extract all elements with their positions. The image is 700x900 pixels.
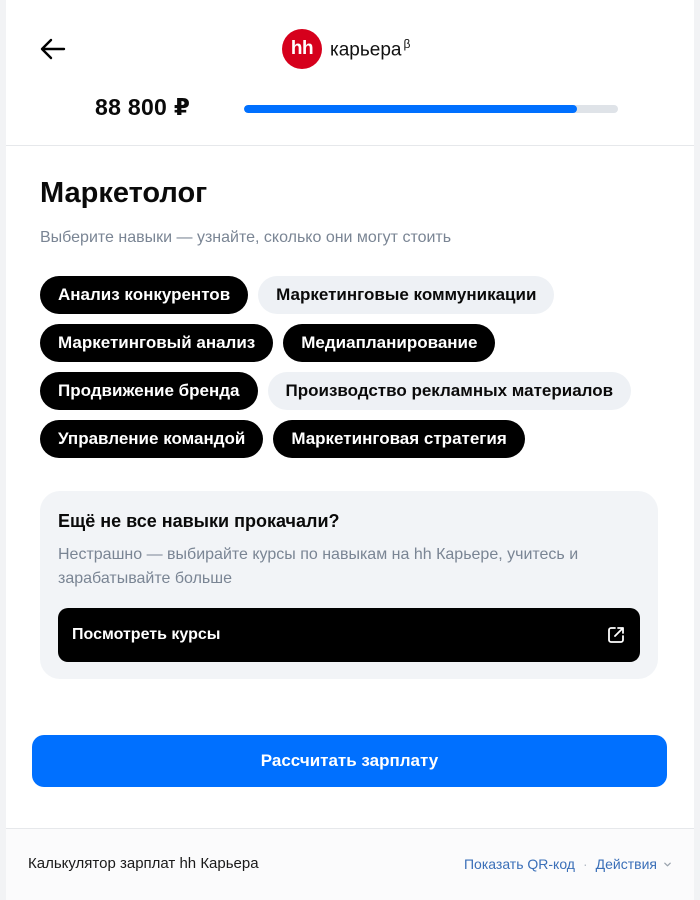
skills-list: Анализ конкурентов Маркетинговые коммуник… xyxy=(40,276,670,458)
page-subtitle: Выберите навыки — узнайте, сколько они м… xyxy=(40,229,452,246)
view-courses-label: Посмотреть курсы xyxy=(72,626,221,643)
calculate-salary-button[interactable]: Рассчитать зарплату xyxy=(32,735,667,787)
promo-title: Ещё не все навыки прокачали? xyxy=(58,511,340,531)
skill-chip[interactable]: Маркетинговая стратегия xyxy=(273,420,525,458)
skill-chip[interactable]: Производство рекламных материалов xyxy=(267,372,632,410)
page-title: Маркетолог xyxy=(40,177,208,209)
footer-links: Показать QR-код · Действия xyxy=(464,856,672,872)
salary-progress xyxy=(244,105,618,113)
footer-separator: · xyxy=(582,856,588,872)
courses-promo: Ещё не все навыки прокачали? Нестрашно —… xyxy=(40,491,658,679)
chevron-down-icon xyxy=(664,862,671,866)
skill-chip[interactable]: Управление командой xyxy=(40,420,264,458)
skill-chip[interactable]: Маркетинговые коммуникации xyxy=(258,276,555,314)
logo: hh карьера β xyxy=(282,29,410,69)
back-button[interactable] xyxy=(38,34,68,64)
skill-chip[interactable]: Анализ конкурентов xyxy=(40,276,249,314)
show-qr-link[interactable]: Показать QR-код xyxy=(464,856,575,872)
logo-name: карьера xyxy=(330,39,402,61)
logo-beta: β xyxy=(403,36,411,51)
header: hh карьера β 88 800 ₽ xyxy=(6,0,694,146)
promo-text: Нестрашно — выбирайте курсы по навыкам н… xyxy=(58,546,579,587)
external-link-icon xyxy=(608,627,624,643)
app-card: hh карьера β 88 800 ₽ Маркетолог Выберите… xyxy=(6,0,694,900)
salary-value: 88 800 ₽ xyxy=(95,94,191,120)
salary-progress-fill xyxy=(244,105,577,113)
hh-logo-icon: hh xyxy=(282,29,322,69)
arrow-left-icon xyxy=(40,38,66,60)
actions-link[interactable]: Действия xyxy=(596,856,657,872)
footer: Калькулятор зарплат hh Карьера Показать … xyxy=(6,828,694,900)
logo-text: карьера β xyxy=(330,37,410,61)
skill-chip[interactable]: Маркетинговый анализ xyxy=(40,324,274,362)
footer-title: Калькулятор зарплат hh Карьера xyxy=(28,855,259,872)
skill-chip[interactable]: Медиапланирование xyxy=(283,324,496,362)
view-courses-button[interactable]: Посмотреть курсы xyxy=(58,608,640,662)
actions-label: Действия xyxy=(595,856,657,872)
skill-chip[interactable]: Продвижение бренда xyxy=(40,372,258,410)
